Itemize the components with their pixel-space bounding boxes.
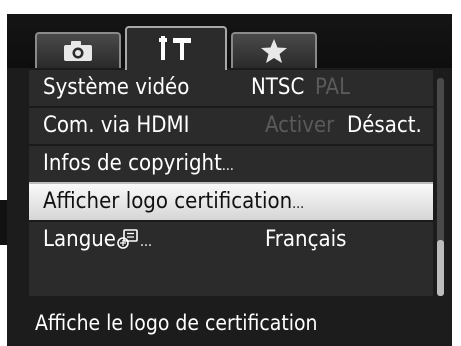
frame-edge-mark [0, 200, 7, 245]
menu-item-hdmi-control[interactable]: Com. via HDMI Activer Désact. [29, 106, 433, 144]
menu-scrollbar[interactable] [437, 78, 444, 296]
help-text: Affiche le logo de certification [35, 311, 318, 335]
tab-my-menu[interactable] [231, 32, 317, 68]
menu-item-certification-logo[interactable]: Afficher logo certification... [29, 182, 433, 220]
option-disable[interactable]: Désact. [347, 108, 422, 144]
menu-item-video-system[interactable]: Système vidéo NTSC PAL [29, 68, 433, 106]
tools-icon [155, 36, 197, 62]
menu-item-copyright-info[interactable]: Infos de copyright... [29, 144, 433, 182]
menu-item-language[interactable]: Langue ... Français [29, 220, 433, 258]
tab-camera[interactable] [35, 32, 121, 68]
tab-setup[interactable] [125, 26, 227, 70]
option-ntsc[interactable]: NTSC [251, 70, 304, 106]
menu-item-label: Com. via HDMI [43, 113, 190, 138]
tab-bar [7, 14, 452, 70]
menu-item-label: Infos de copyright... [43, 151, 234, 176]
option-enable[interactable]: Activer [265, 108, 334, 144]
scroll-thumb[interactable] [437, 240, 444, 296]
menu-list: Système vidéo NTSC PAL Com. via HDMI Act… [29, 68, 433, 296]
star-icon [260, 38, 288, 64]
camera-icon [63, 40, 93, 62]
menu-item-label: Afficher logo certification... [43, 189, 305, 214]
camera-menu-screen: Système vidéo NTSC PAL Com. via HDMI Act… [7, 14, 452, 346]
language-icon [117, 226, 139, 262]
option-pal[interactable]: PAL [315, 70, 350, 106]
menu-item-label: Système vidéo [43, 75, 190, 100]
menu-item-label: Langue ... [43, 222, 152, 262]
language-value: Français [265, 227, 347, 252]
